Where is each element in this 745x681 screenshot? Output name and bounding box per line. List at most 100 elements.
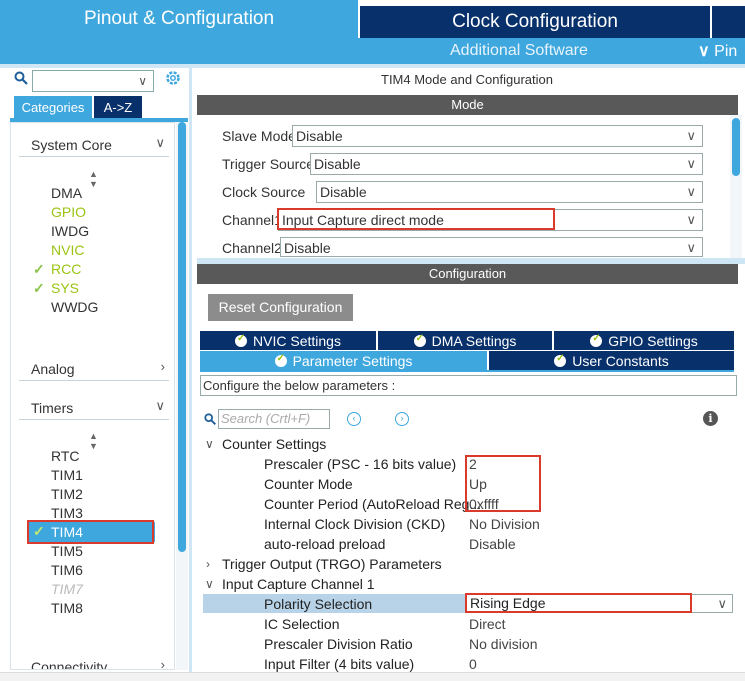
section-trgo-parameters[interactable]: Trigger Output (TRGO) Parameters (222, 556, 442, 572)
chevron-right-icon[interactable]: › (206, 557, 210, 571)
item-rcc[interactable]: RCC (51, 261, 81, 277)
chevron-down-icon: ∨ (686, 212, 696, 227)
group-timers[interactable]: Timers ∨ (19, 398, 169, 420)
item-wwdg[interactable]: WWDG (51, 299, 98, 315)
mode-scrollbar-thumb[interactable] (732, 118, 740, 176)
prescaler-division-value[interactable]: No division (469, 636, 537, 652)
group-label: Connectivity (31, 659, 108, 670)
param-label: Polarity Selection (264, 596, 373, 612)
info-icon[interactable]: i (703, 411, 718, 426)
param-label: Counter Mode (264, 476, 353, 492)
configuration-header: Configuration (197, 264, 738, 284)
param-label: Input Filter (4 bits value) (264, 656, 415, 672)
search-icon (14, 71, 28, 88)
check-circle-icon (235, 333, 248, 347)
tab-pinout-configuration[interactable]: Pinout & Configuration (0, 0, 358, 38)
item-tim3[interactable]: TIM3 (51, 505, 83, 521)
item-tim5[interactable]: TIM5 (51, 543, 83, 559)
input-filter-value[interactable]: 0 (469, 656, 477, 672)
select-value: Disable (320, 184, 367, 200)
tab-label: DMA Settings (431, 332, 517, 349)
chevron-down-icon: ∨ (686, 240, 696, 255)
param-label: Prescaler Division Ratio (264, 636, 413, 652)
clock-source-label: Clock Source (222, 184, 306, 200)
item-tim7[interactable]: TIM7 (51, 581, 83, 597)
previous-match-icon[interactable]: ‹ (347, 412, 361, 426)
item-dma[interactable]: DMA (51, 185, 82, 201)
mode-header: Mode (197, 95, 738, 115)
group-connectivity[interactable]: Connectivity › (19, 657, 169, 670)
sort-icon[interactable]: ▲ ▼ (89, 431, 98, 451)
tab-dma-settings[interactable]: DMA Settings (378, 331, 552, 350)
chevron-down-icon: ∨ (698, 43, 715, 60)
chevron-down-icon[interactable]: ∨ (205, 577, 214, 591)
clock-division-value[interactable]: No Division (469, 516, 540, 532)
pinout-menu[interactable]: ∨ Pin (698, 41, 737, 61)
item-tim1[interactable]: TIM1 (51, 467, 83, 483)
left-scrollbar-thumb[interactable] (178, 122, 186, 552)
tab-label: NVIC Settings (253, 332, 341, 349)
tab-label: User Constants (572, 352, 669, 369)
item-tim6[interactable]: TIM6 (51, 562, 83, 578)
check-circle-icon (274, 353, 287, 367)
select-value: Disable (314, 156, 361, 172)
group-label: Timers (31, 400, 74, 416)
sub-toolbar: Additional Software ∨ Pin (0, 38, 745, 64)
tab-gpio-settings[interactable]: GPIO Settings (554, 331, 734, 350)
section-counter-settings[interactable]: Counter Settings (222, 436, 326, 452)
parameter-search-input[interactable]: Search (Crtl+F) (218, 409, 330, 429)
item-tim8[interactable]: TIM8 (51, 600, 83, 616)
param-label: IC Selection (264, 616, 340, 632)
item-rtc[interactable]: RTC (51, 448, 80, 464)
item-nvic[interactable]: NVIC (51, 242, 84, 258)
item-gpio[interactable]: GPIO (51, 204, 86, 220)
sort-icon[interactable]: ▲ ▼ (89, 169, 98, 189)
status-strip (0, 672, 745, 681)
channel2-select[interactable]: Disable ∨ (280, 237, 703, 257)
item-iwdg[interactable]: IWDG (51, 223, 89, 239)
tab-nvic-settings[interactable]: NVIC Settings (200, 331, 376, 350)
group-label: Analog (31, 361, 75, 377)
item-sys[interactable]: SYS (51, 280, 79, 296)
tab-parameter-settings[interactable]: Parameter Settings (200, 351, 487, 370)
next-match-icon[interactable]: › (395, 412, 409, 426)
pinout-menu-label: Pin (714, 43, 738, 60)
category-list: System Core ∨ ▲ ▼ DMA GPIO IWDG NVIC ✓ RC… (10, 122, 175, 670)
auto-reload-preload-value[interactable]: Disable (469, 536, 516, 552)
slave-mode-label: Slave Mode (222, 128, 296, 144)
annotation-highlight (27, 520, 154, 544)
ic-selection-value[interactable]: Direct (469, 616, 506, 632)
chevron-down-icon: ∨ (155, 398, 165, 413)
annotation-highlight (465, 593, 692, 613)
group-system-core[interactable]: System Core ∨ (19, 135, 169, 157)
tab-clock-configuration[interactable]: Clock Configuration (360, 6, 710, 38)
trigger-source-select[interactable]: Disable ∨ (310, 153, 703, 175)
tab-user-constants[interactable]: User Constants (489, 351, 734, 370)
tab-categories[interactable]: Categories (14, 96, 92, 118)
param-label: Prescaler (PSC - 16 bits value) (264, 456, 457, 472)
check-icon: ✓ (33, 280, 45, 296)
item-tim2[interactable]: TIM2 (51, 486, 83, 502)
tab-label: GPIO Settings (608, 332, 698, 349)
chevron-down-icon: ∨ (686, 156, 696, 171)
group-label: System Core (31, 137, 112, 153)
section-input-capture-channel-1[interactable]: Input Capture Channel 1 (222, 576, 375, 592)
slave-mode-select[interactable]: Disable ∨ (292, 125, 703, 147)
additional-software-link[interactable]: Additional Software (450, 42, 588, 60)
category-search-combo[interactable]: ∨ (32, 70, 154, 92)
mode-panel-title: TIM4 Mode and Configuration (381, 72, 553, 87)
configure-hint: Configure the below parameters : (200, 375, 737, 396)
check-circle-icon (590, 333, 603, 347)
group-analog[interactable]: Analog › (19, 359, 169, 381)
tab-overflow[interactable] (712, 6, 745, 38)
tab-label: Parameter Settings (292, 352, 413, 369)
annotation-highlight (277, 208, 555, 230)
tab-a-to-z[interactable]: A->Z (94, 96, 142, 118)
reset-configuration-button[interactable]: Reset Configuration (208, 294, 353, 321)
gear-icon[interactable] (164, 69, 182, 90)
chevron-down-icon[interactable]: ∨ (205, 437, 214, 451)
param-label: Internal Clock Division (CKD) (264, 516, 446, 532)
channel1-label: Channel1 (222, 212, 282, 228)
param-label: Counter Period (AutoReload Reg... (264, 496, 482, 512)
clock-source-select[interactable]: Disable ∨ (316, 181, 703, 203)
